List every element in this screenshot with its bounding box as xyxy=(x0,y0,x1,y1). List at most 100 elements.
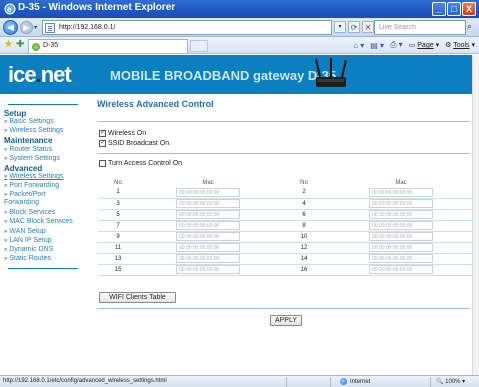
sidebar-item-block-services[interactable]: » Block Services xyxy=(4,209,90,217)
ssid-broadcast-checkbox[interactable] xyxy=(99,138,106,147)
row-number: 13 xyxy=(98,253,138,265)
mac-address-input[interactable]: 00:00:00:00:00:00 xyxy=(369,232,433,241)
sidebar-item-advanced-wireless-settings[interactable]: » Wireless Settings xyxy=(4,173,90,181)
mac-address-input[interactable]: 00:00:00:00:00:00 xyxy=(369,199,433,208)
recent-pages-dropdown-icon[interactable]: ▾ xyxy=(34,24,37,31)
maximize-button[interactable]: □ xyxy=(447,2,461,16)
internet-zone-icon xyxy=(340,378,347,385)
address-dropdown-icon[interactable]: ▾ xyxy=(334,21,346,33)
print-icon[interactable]: ⎙ ▾ xyxy=(390,40,403,50)
sidebar-item-static-routes[interactable]: » Static Routes xyxy=(4,255,90,263)
address-toolbar: ◀ ▶ ▾ http://192.168.0.1/ ▾ ⟳ ✕ Live Sea… xyxy=(0,18,479,37)
home-icon[interactable]: ⌂ ▾ xyxy=(353,41,364,50)
table-row: 9 00:00:00:00:00:00 10 00:00:00:00:00:00 xyxy=(98,231,472,243)
status-divider xyxy=(430,377,431,387)
mac-address-input[interactable]: 00:00:00:00:00:00 xyxy=(176,199,240,208)
mac-address-input[interactable]: 00:00:00:00:00:00 xyxy=(369,265,433,274)
search-icon[interactable]: ⌕ xyxy=(467,21,472,32)
page-menu[interactable]: ▭ Page ▾ xyxy=(409,41,439,49)
status-divider xyxy=(330,377,331,387)
row-number: 9 xyxy=(98,231,138,243)
sidebar: Setup » Basic Settings » Wireless Settings… xyxy=(0,94,91,375)
command-bar: ⌂ ▾ ▤ ▾ ⎙ ▾ ▭ Page ▾ ⚙ Tools ▾ xyxy=(353,40,475,50)
col-header-mac: Mac xyxy=(202,180,214,186)
sidebar-item-system-settings[interactable]: » System Settings xyxy=(4,155,90,163)
mac-address-input[interactable]: 00:00:00:00:00:00 xyxy=(176,243,240,252)
router-image xyxy=(315,58,347,87)
row-number: 4 xyxy=(278,198,330,210)
favorites-star-icon[interactable]: ★ xyxy=(4,39,13,50)
status-text: http://192.168.0.1/etc/config/advanced_w… xyxy=(3,378,167,384)
back-button[interactable]: ◀ xyxy=(3,20,18,35)
sidebar-item-mac-block-services[interactable]: » MAC Block Services xyxy=(4,218,90,226)
search-input[interactable]: Live Search xyxy=(374,20,466,35)
row-number: 16 xyxy=(278,264,330,276)
window-title: D-35 - Windows Internet Explorer xyxy=(18,2,176,13)
row-number: 11 xyxy=(98,242,138,254)
row-number: 14 xyxy=(278,253,330,265)
mac-address-input[interactable]: 00:00:00:00:00:00 xyxy=(176,187,240,197)
sidebar-item-lan-ip-setup[interactable]: » LAN IP Setup xyxy=(4,237,90,245)
mac-address-input[interactable]: 00:00:00:00:00:00 xyxy=(369,243,433,252)
zoom-level[interactable]: 🔍 100% ▾ xyxy=(436,378,465,385)
new-tab-button[interactable] xyxy=(190,40,208,52)
security-zone: Internet xyxy=(340,378,370,385)
row-number: 1 xyxy=(98,187,138,199)
add-favorites-icon[interactable]: ✚ xyxy=(16,39,24,50)
tab-current[interactable]: D-35 xyxy=(28,39,188,53)
forward-button[interactable]: ▶ xyxy=(20,21,33,34)
sidebar-divider-bottom xyxy=(8,268,78,269)
mac-address-input[interactable]: 00:00:00:00:00:00 xyxy=(176,210,240,219)
sidebar-item-router-status[interactable]: » Router Status xyxy=(4,146,90,154)
mac-address-input[interactable]: 00:00:00:00:00:00 xyxy=(176,232,240,241)
apply-button[interactable]: APPLY xyxy=(270,315,302,326)
mac-address-input[interactable]: 00:00:00:00:00:00 xyxy=(176,254,240,263)
row-number: 6 xyxy=(278,209,330,221)
table-row: 3 00:00:00:00:00:00 4 00:00:00:00:00:00 xyxy=(98,198,472,210)
sidebar-item-dynamic-dns[interactable]: » Dynamic DNS xyxy=(4,246,90,254)
sidebar-item-basic-settings[interactable]: » Basic Settings xyxy=(4,118,90,126)
section-maintenance: Maintenance xyxy=(4,136,53,145)
ssid-broadcast-row: SSID Broadcast On xyxy=(99,138,170,147)
stop-icon[interactable]: ✕ xyxy=(362,21,374,33)
address-field[interactable]: http://192.168.0.1/ xyxy=(42,20,332,35)
mac-address-input[interactable]: 00:00:00:00:00:00 xyxy=(369,221,433,230)
minimize-button[interactable]: _ xyxy=(432,2,446,16)
search-placeholder: Live Search xyxy=(379,24,416,31)
banner-title: MOBILE BROADBAND gateway D-35 xyxy=(110,68,337,83)
tab-label: D-35 xyxy=(43,42,59,49)
mac-address-input[interactable]: 00:00:00:00:00:00 xyxy=(176,221,240,230)
header-banner: ice.net MOBILE BROADBAND gateway D-35 xyxy=(0,55,472,94)
tab-page-icon xyxy=(32,43,40,51)
section-divider xyxy=(97,153,470,154)
sidebar-item-port-forwarding[interactable]: » Port Forwarding xyxy=(4,182,90,190)
wireless-on-checkbox[interactable] xyxy=(99,128,106,137)
col-header-no: No xyxy=(114,180,122,186)
feeds-icon[interactable]: ▤ ▾ xyxy=(370,41,384,50)
wifi-clients-table-button[interactable]: WIFI Clients Table xyxy=(99,292,176,303)
sidebar-item-packet-port-forwarding[interactable]: » Packet/Port Forwarding xyxy=(4,191,64,207)
address-buttons: ▾ ⟳ ✕ xyxy=(334,21,374,33)
table-row: 7 00:00:00:00:00:00 8 00:00:00:00:00:00 xyxy=(98,220,472,232)
mac-address-input[interactable]: 00:00:00:00:00:00 xyxy=(176,265,240,274)
access-control-checkbox[interactable] xyxy=(99,160,106,167)
mac-access-table: No Mac No Mac 1 00:00:00:00:00:00 2 00:0… xyxy=(98,179,472,276)
row-number: 15 xyxy=(98,264,138,276)
window-titlebar: e D-35 - Windows Internet Explorer _ □ X xyxy=(0,0,479,18)
tools-menu[interactable]: ⚙ Tools ▾ xyxy=(445,41,475,49)
page-icon xyxy=(45,23,55,33)
close-button[interactable]: X xyxy=(462,2,476,16)
mac-address-input[interactable]: 00:00:00:00:00:00 xyxy=(369,210,433,219)
col-header-no: No xyxy=(300,180,308,186)
wireless-on-label: Wireless On xyxy=(108,130,147,137)
refresh-icon[interactable]: ⟳ xyxy=(348,21,360,33)
mac-address-input[interactable]: 00:00:00:00:00:00 xyxy=(369,187,433,197)
title-divider xyxy=(97,121,470,122)
sidebar-item-wan-setup[interactable]: » WAN Setup xyxy=(4,228,90,236)
tab-toolbar: ★ ✚ D-35 ⌂ ▾ ▤ ▾ ⎙ ▾ ▭ Page ▾ ⚙ Tools ▾ xyxy=(0,37,479,54)
mac-address-input[interactable]: 00:00:00:00:00:00 xyxy=(369,254,433,263)
section-setup: Setup xyxy=(4,109,27,118)
ssid-broadcast-label: SSID Broadcast On xyxy=(108,140,170,147)
page-scrollbar[interactable] xyxy=(472,55,479,375)
sidebar-item-wireless-settings[interactable]: » Wireless Settings xyxy=(4,127,90,135)
